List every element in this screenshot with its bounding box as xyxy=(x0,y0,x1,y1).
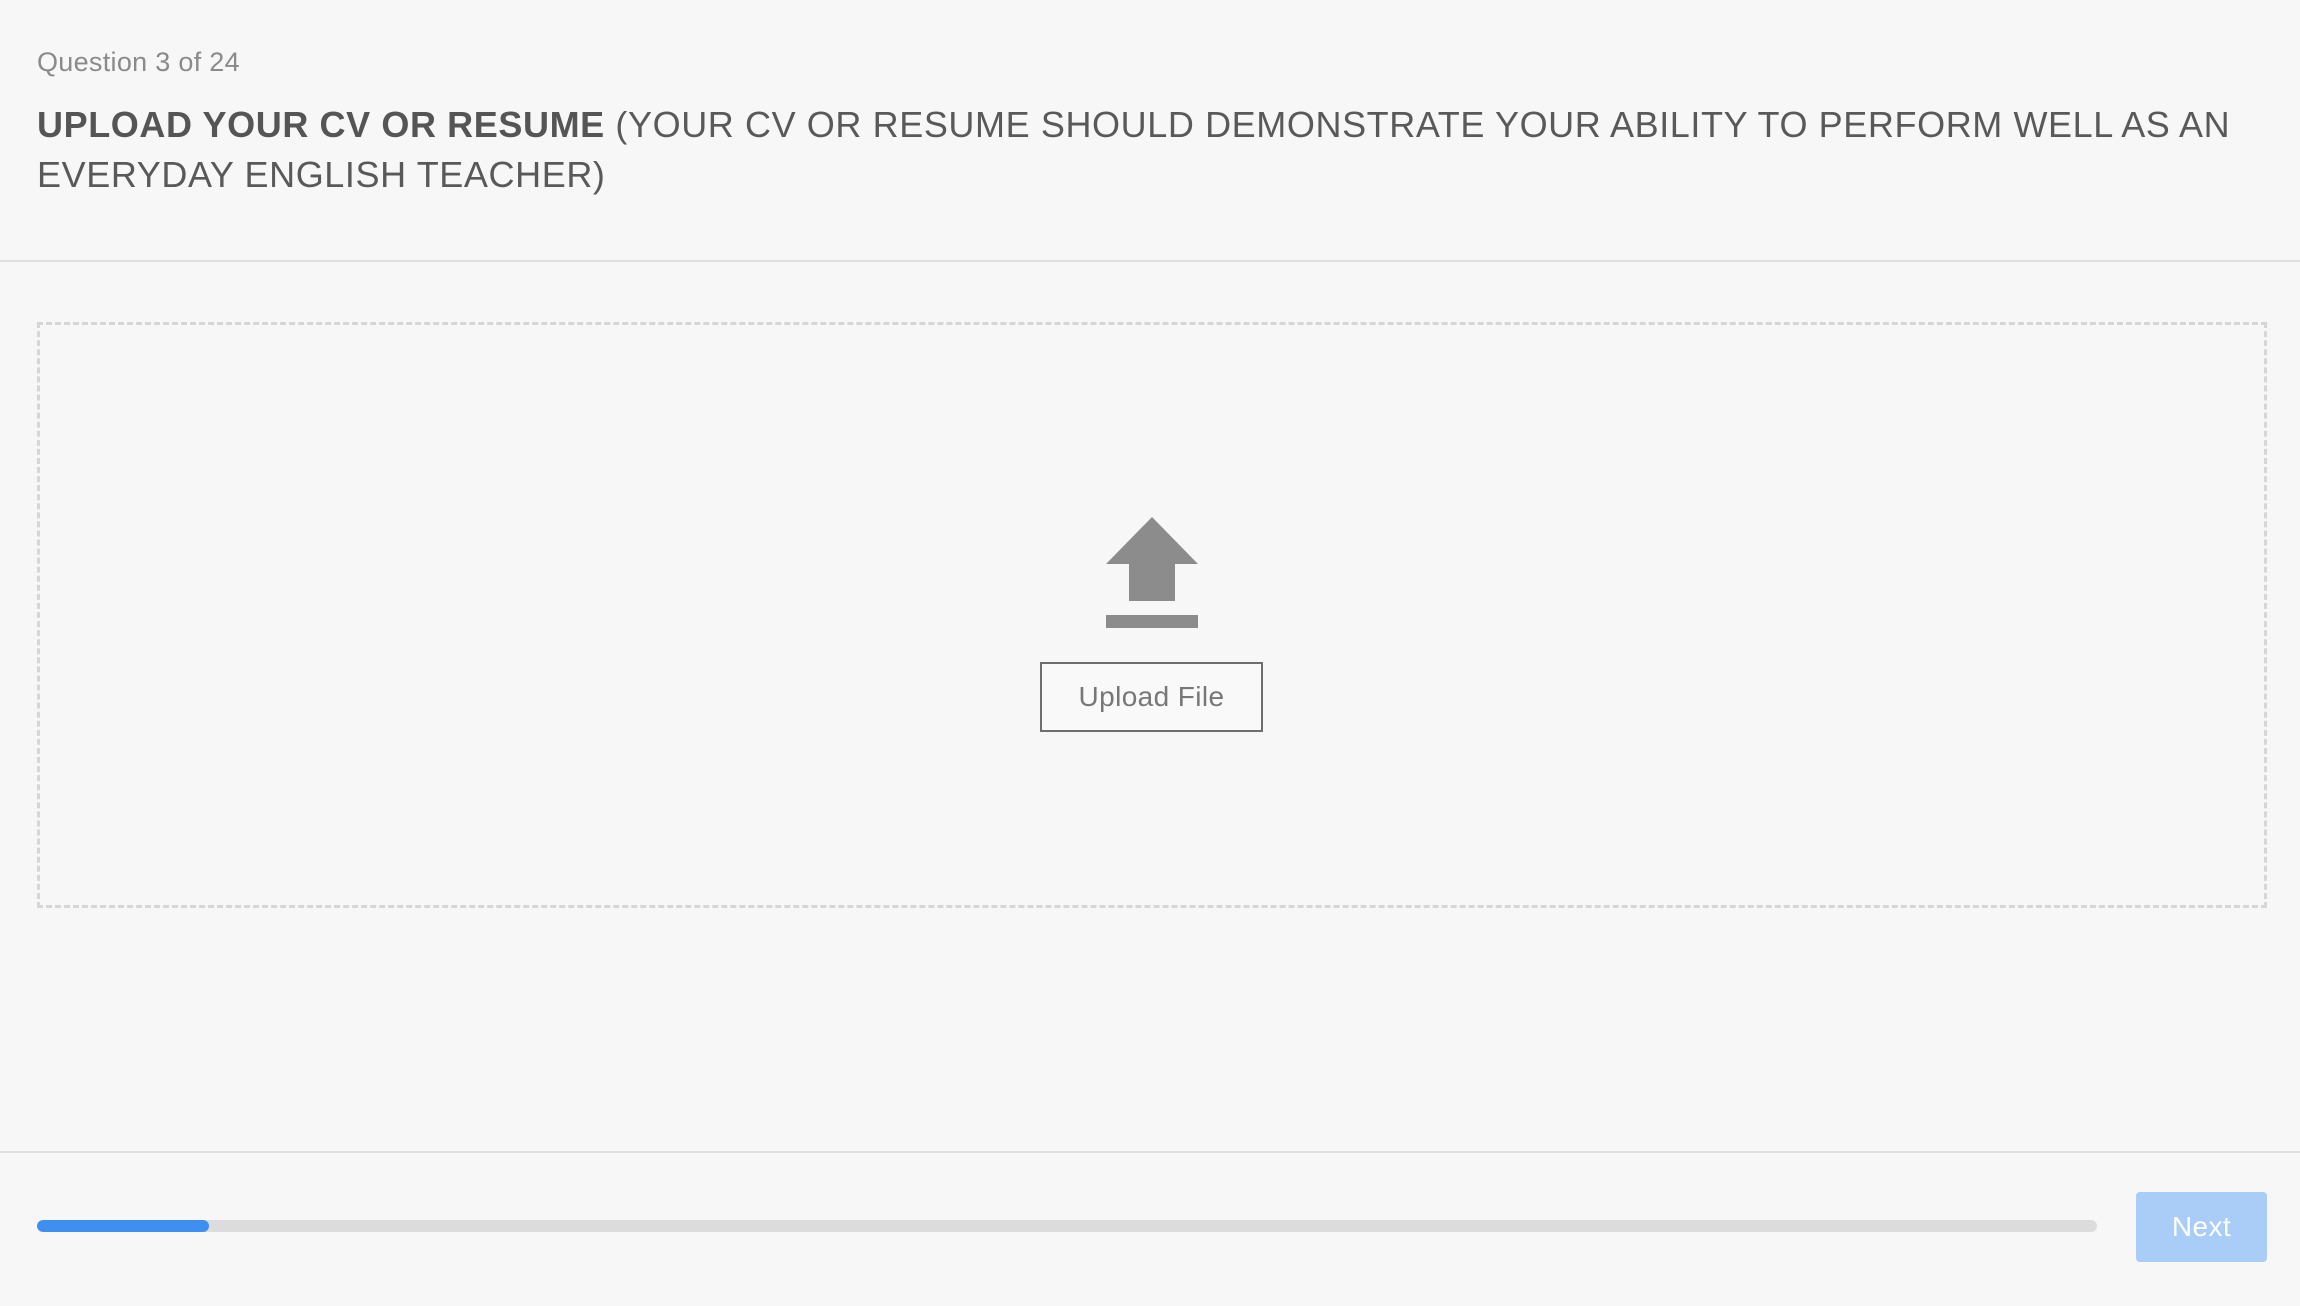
upload-icon xyxy=(1106,517,1198,628)
next-button[interactable]: Next xyxy=(2136,1192,2267,1262)
question-counter: Question 3 of 24 xyxy=(37,47,240,77)
progress-bar-fill xyxy=(37,1220,209,1232)
question-page: Question 3 of 24 UPLOAD YOUR CV OR RESUM… xyxy=(0,0,2300,1306)
upload-file-button[interactable]: Upload File xyxy=(1040,662,1263,732)
question-title: UPLOAD YOUR CV OR RESUME (YOUR CV OR RES… xyxy=(37,100,2267,200)
progress-bar xyxy=(37,1220,2097,1232)
question-header: Question 3 of 24 UPLOAD YOUR CV OR RESUM… xyxy=(0,0,2300,262)
question-title-bold: UPLOAD YOUR CV OR RESUME xyxy=(37,104,605,145)
